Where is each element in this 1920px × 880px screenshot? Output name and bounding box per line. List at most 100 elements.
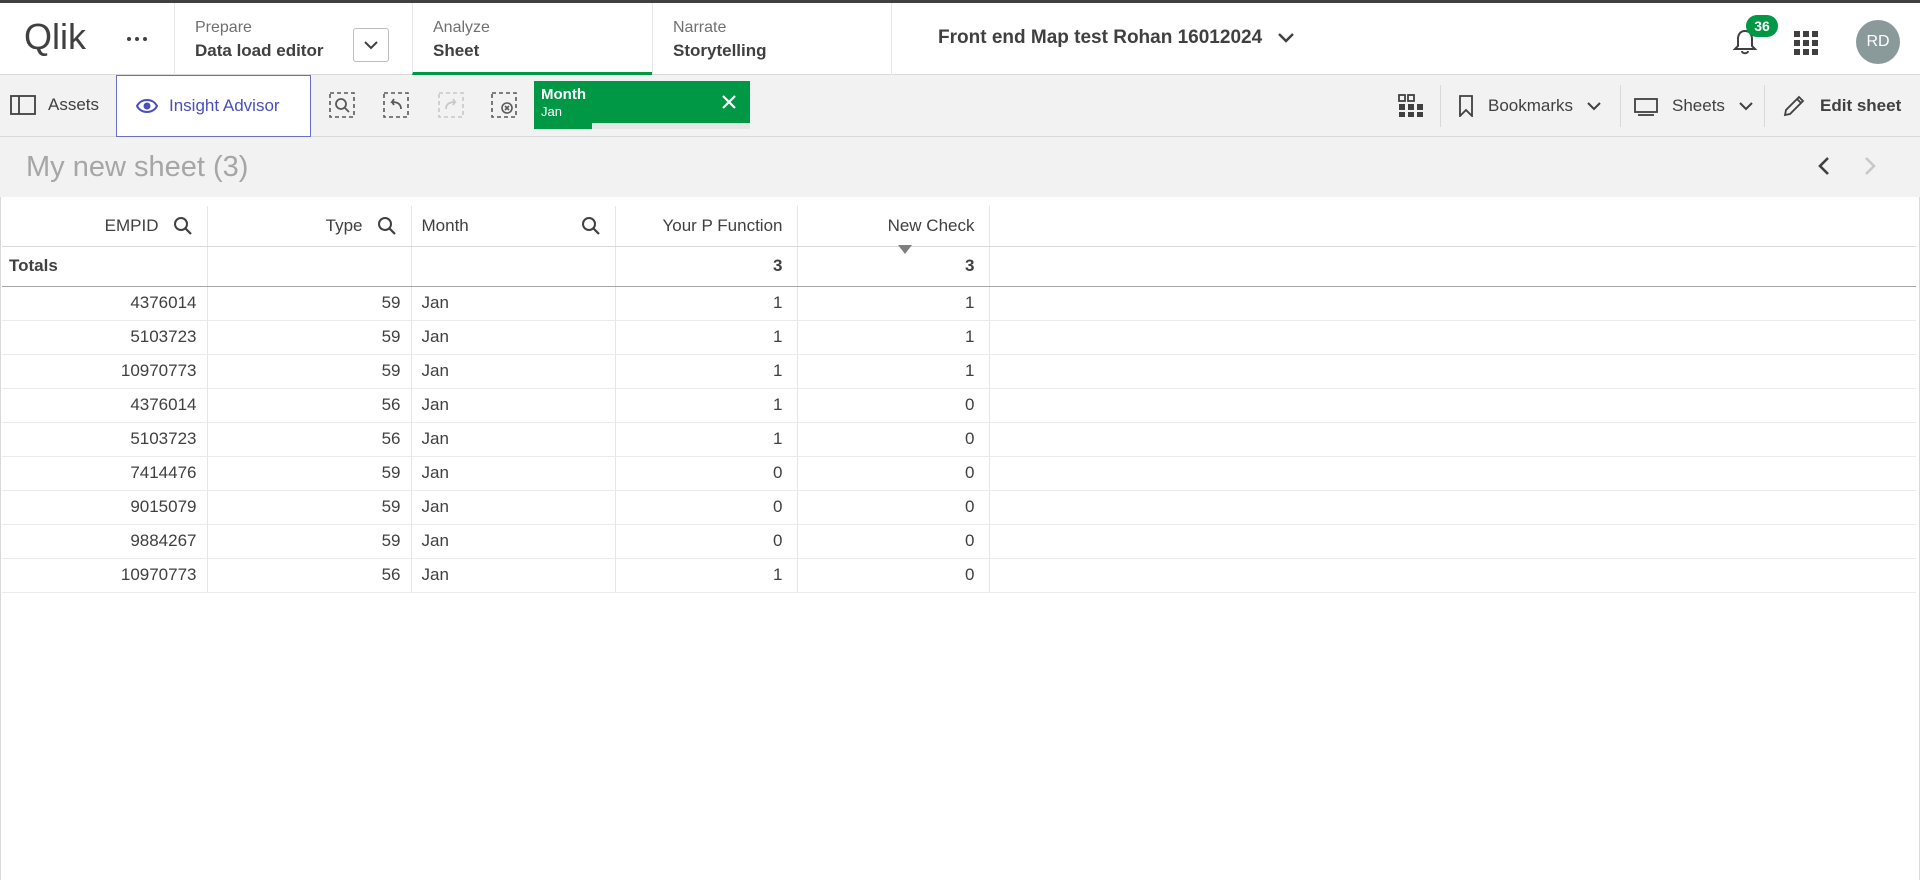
totals-cell bbox=[207, 246, 412, 287]
step-back-icon[interactable] bbox=[381, 90, 411, 120]
table-row: 10970773 59 Jan 1 1 bbox=[2, 354, 1916, 389]
selection-state-fill bbox=[534, 123, 593, 129]
cell-new-check: 0 bbox=[797, 388, 990, 423]
cell-empid[interactable]: 7414476 bbox=[2, 456, 208, 491]
tab-narrate[interactable]: Narrate Storytelling bbox=[652, 3, 892, 75]
cell-new-check: 0 bbox=[797, 490, 990, 525]
column-header-label: EMPID bbox=[104, 215, 159, 235]
column-header-month[interactable]: Month bbox=[411, 206, 616, 247]
cell-month[interactable]: Jan bbox=[411, 422, 616, 457]
cell-empty bbox=[989, 456, 1916, 491]
cell-empid[interactable]: 9015079 bbox=[2, 490, 208, 525]
app-title-dropdown[interactable]: Front end Map test Rohan 16012024 bbox=[938, 27, 1295, 49]
cell-new-check: 1 bbox=[797, 320, 990, 355]
close-icon[interactable] bbox=[718, 91, 740, 113]
totals-row: Totals 3 3 bbox=[2, 246, 1916, 287]
bookmarks-button[interactable]: Bookmarks bbox=[1458, 75, 1601, 137]
chevron-down-icon bbox=[1739, 101, 1753, 110]
user-avatar[interactable]: RD bbox=[1856, 20, 1900, 64]
column-header-empty bbox=[989, 206, 1916, 247]
cell-month[interactable]: Jan bbox=[411, 524, 616, 559]
panel-icon bbox=[10, 95, 36, 115]
table-header-row: EMPID Type Month Your P Function New Che… bbox=[2, 206, 1916, 254]
column-header-empid[interactable]: EMPID bbox=[2, 206, 208, 247]
bookmark-icon bbox=[1459, 95, 1473, 117]
cell-empty bbox=[989, 354, 1916, 389]
cell-month[interactable]: Jan bbox=[411, 320, 616, 355]
toolbar-divider bbox=[1620, 85, 1621, 127]
apps-grid-icon[interactable] bbox=[1794, 31, 1818, 55]
cell-type[interactable]: 56 bbox=[207, 388, 412, 423]
cell-your-p-function: 1 bbox=[615, 320, 798, 355]
cell-type[interactable]: 56 bbox=[207, 558, 412, 593]
search-icon[interactable] bbox=[173, 216, 193, 236]
cell-type[interactable]: 59 bbox=[207, 524, 412, 559]
cell-month[interactable]: Jan bbox=[411, 558, 616, 593]
toolbar-divider bbox=[1764, 85, 1765, 127]
eye-icon bbox=[135, 99, 159, 113]
column-header-label: Month bbox=[421, 215, 469, 235]
cell-your-p-function: 0 bbox=[615, 490, 798, 525]
cell-new-check: 0 bbox=[797, 456, 990, 491]
cell-month[interactable]: Jan bbox=[411, 354, 616, 389]
tab-analyze[interactable]: Analyze Sheet bbox=[412, 3, 652, 75]
qlik-logo[interactable]: Qlik bbox=[24, 17, 104, 57]
cell-your-p-function: 0 bbox=[615, 524, 798, 559]
grid-view-icon[interactable] bbox=[1398, 94, 1424, 118]
column-header-type[interactable]: Type bbox=[207, 206, 412, 247]
selection-value: Jan bbox=[541, 104, 562, 119]
prepare-dropdown-button[interactable] bbox=[353, 28, 389, 62]
cell-empty bbox=[989, 286, 1916, 321]
search-icon[interactable] bbox=[377, 216, 397, 236]
column-header-label: Your P Function bbox=[662, 215, 783, 235]
data-table: EMPID Type Month Your P Function New Che… bbox=[2, 206, 1916, 593]
clear-selections-icon[interactable] bbox=[489, 90, 519, 120]
cell-empid[interactable]: 4376014 bbox=[2, 286, 208, 321]
cell-month[interactable]: Jan bbox=[411, 388, 616, 423]
svg-text:Qlik: Qlik bbox=[24, 17, 87, 57]
column-header-label: New Check bbox=[887, 215, 975, 235]
cell-empid[interactable]: 10970773 bbox=[2, 558, 208, 593]
cell-empid[interactable]: 5103723 bbox=[2, 422, 208, 457]
cell-type[interactable]: 59 bbox=[207, 456, 412, 491]
cell-empid[interactable]: 4376014 bbox=[2, 388, 208, 423]
search-selections-icon[interactable] bbox=[327, 90, 357, 120]
cell-your-p-function: 1 bbox=[615, 558, 798, 593]
cell-empid[interactable]: 9884267 bbox=[2, 524, 208, 559]
assets-button[interactable]: Assets bbox=[10, 87, 99, 123]
tab-analyze-sub: Analyze bbox=[433, 19, 490, 36]
tab-narrate-sub: Narrate bbox=[673, 19, 727, 36]
column-header-new-check[interactable]: New Check bbox=[797, 206, 990, 254]
cell-new-check: 1 bbox=[797, 354, 990, 389]
tab-analyze-label: Sheet bbox=[433, 41, 480, 60]
column-header-your-p-function[interactable]: Your P Function bbox=[615, 206, 798, 247]
bookmarks-label: Bookmarks bbox=[1488, 96, 1574, 115]
insight-advisor-button[interactable]: Insight Advisor bbox=[116, 75, 311, 137]
cell-month[interactable]: Jan bbox=[411, 490, 616, 525]
sheets-icon bbox=[1634, 98, 1658, 116]
sheets-label: Sheets bbox=[1672, 96, 1725, 115]
tab-narrate-label: Storytelling bbox=[673, 41, 767, 60]
sheets-button[interactable]: Sheets bbox=[1634, 75, 1753, 137]
edit-sheet-button[interactable]: Edit sheet bbox=[1782, 75, 1901, 137]
insight-advisor-label: Insight Advisor bbox=[169, 96, 280, 115]
cell-type[interactable]: 59 bbox=[207, 286, 412, 321]
table-row: 4376014 59 Jan 1 1 bbox=[2, 286, 1916, 321]
cell-empty bbox=[989, 490, 1916, 525]
chevron-left-icon[interactable] bbox=[1812, 151, 1836, 181]
cell-type[interactable]: 59 bbox=[207, 490, 412, 525]
cell-empid[interactable]: 5103723 bbox=[2, 320, 208, 355]
selection-chip-month[interactable]: Month Jan bbox=[534, 81, 750, 129]
cell-type[interactable]: 56 bbox=[207, 422, 412, 457]
cell-type[interactable]: 59 bbox=[207, 354, 412, 389]
chevron-right-icon bbox=[1865, 157, 1876, 175]
assets-label: Assets bbox=[48, 95, 100, 114]
cell-month[interactable]: Jan bbox=[411, 286, 616, 321]
search-icon[interactable] bbox=[581, 216, 601, 236]
cell-empid[interactable]: 10970773 bbox=[2, 354, 208, 389]
sheet-title: My new sheet (3) bbox=[26, 151, 249, 183]
cell-type[interactable]: 59 bbox=[207, 320, 412, 355]
table-row: 5103723 56 Jan 1 0 bbox=[2, 422, 1916, 457]
more-options-icon[interactable] bbox=[122, 25, 152, 53]
cell-month[interactable]: Jan bbox=[411, 456, 616, 491]
